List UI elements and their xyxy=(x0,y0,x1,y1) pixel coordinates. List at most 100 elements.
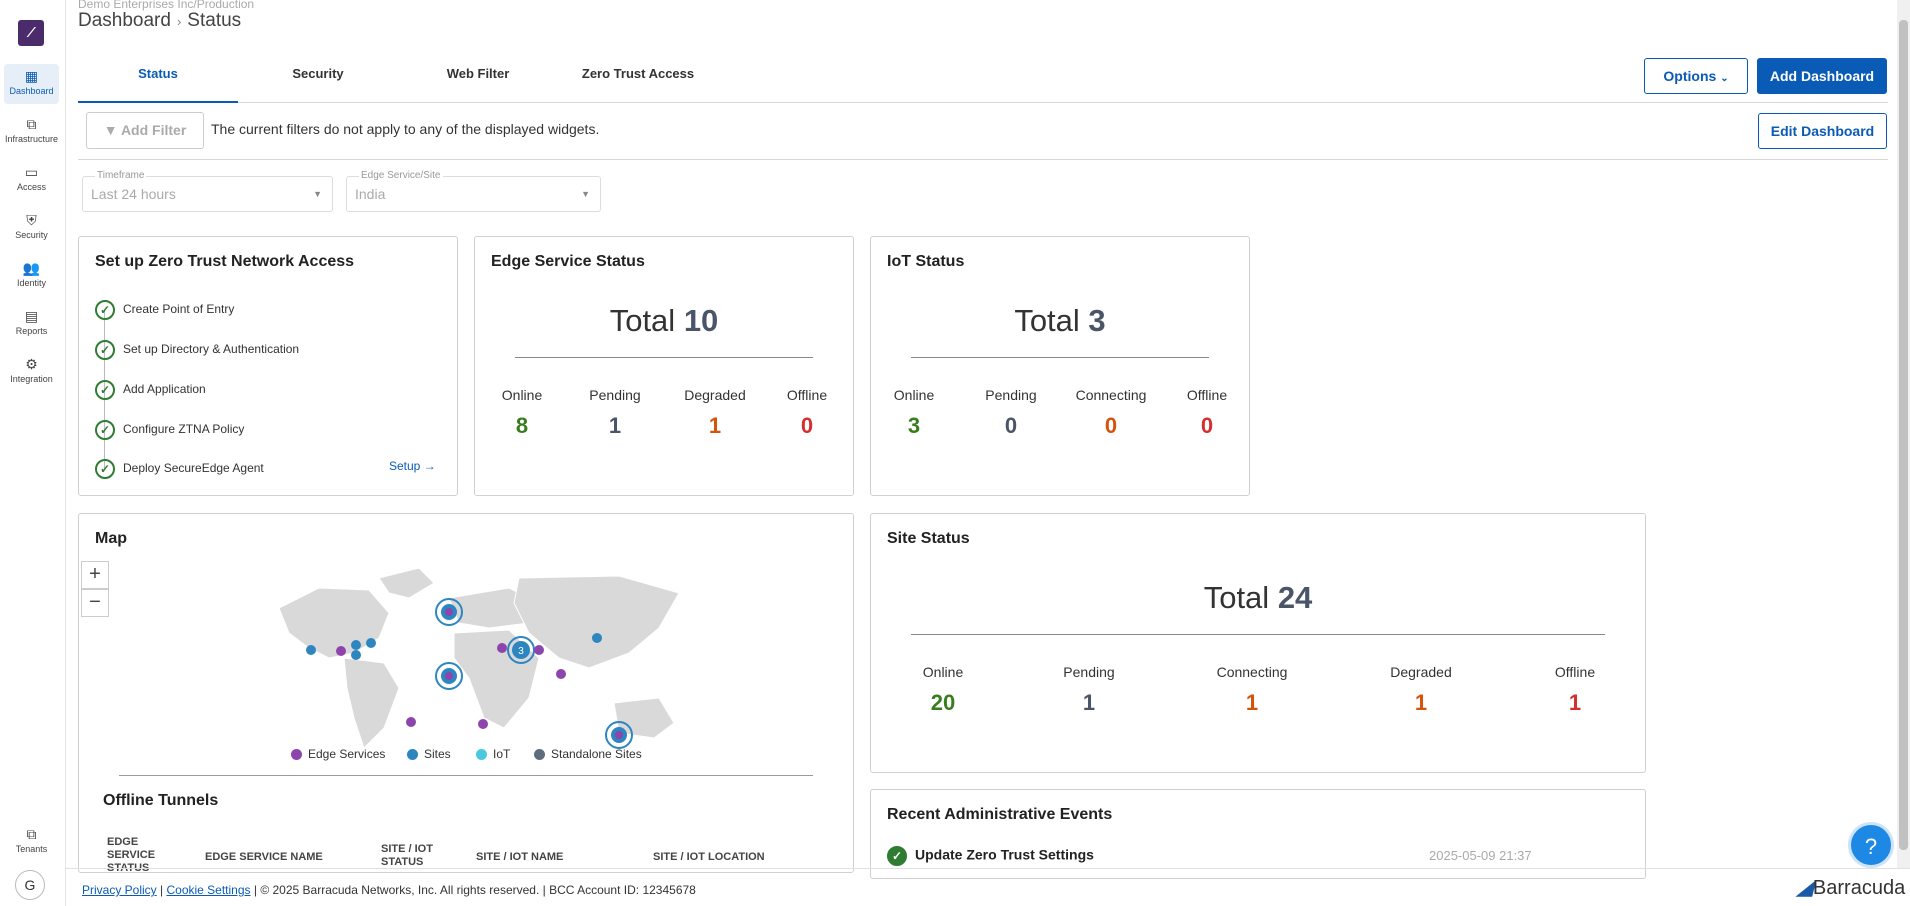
world-map[interactable]: 3 xyxy=(259,558,699,758)
site-stat-connecting: Connecting 1 xyxy=(1216,664,1288,715)
col-site-iot-location[interactable]: Site / IoT Location xyxy=(653,851,765,864)
sidebar-item-integration[interactable]: ⚙ Integration xyxy=(4,352,59,392)
site-total: Total 24 xyxy=(1203,580,1313,615)
site-stat-pending: Pending 1 xyxy=(1063,664,1115,715)
check-circle-icon: ✓ xyxy=(95,339,115,360)
site-status-title: Site Status xyxy=(887,530,970,547)
tab-security[interactable]: Security xyxy=(238,58,398,103)
cluster-count: 3 xyxy=(518,646,524,657)
arrow-right-icon: → xyxy=(423,459,436,473)
iot-stat-online: Online 3 xyxy=(893,387,935,438)
edge-site-value: India xyxy=(355,186,386,202)
site-marker xyxy=(366,638,376,648)
legend-standalone-sites: Standalone Sites xyxy=(534,747,642,761)
ztna-step: ✓ Add Application xyxy=(95,379,206,401)
ztna-step: ✓ Set up Directory & Authentication xyxy=(95,339,299,361)
site-marker xyxy=(592,633,602,643)
iot-status-title: IoT Status xyxy=(887,253,965,270)
edge-marker xyxy=(445,672,453,680)
add-filter-button[interactable]: ▼ Add Filter xyxy=(86,112,204,149)
check-circle-icon: ✓ xyxy=(95,299,115,320)
site-marker xyxy=(306,645,316,655)
sidebar-item-access[interactable]: ▭ Access xyxy=(4,160,59,200)
filter-icon: ▼ xyxy=(103,122,118,138)
copyright-text: | © 2025 Barracuda Networks, Inc. All ri… xyxy=(253,883,696,897)
col-edge-service-name[interactable]: Edge Service Name xyxy=(205,851,323,864)
privacy-policy-link[interactable]: Privacy Policy xyxy=(82,883,157,897)
ztna-step: ✓ Deploy SecureEdge Agent xyxy=(95,458,264,480)
caret-down-icon: ▼ xyxy=(581,189,590,199)
footer: Privacy Policy | Cookie Settings | © 202… xyxy=(66,868,1910,906)
edge-marker xyxy=(336,646,346,656)
help-button[interactable]: ? xyxy=(1848,822,1894,868)
sidebar-item-identity[interactable]: 👥 Identity xyxy=(4,256,59,296)
sidebar-item-dashboard[interactable]: ▦ Dashboard xyxy=(4,64,59,104)
breadcrumb-separator: › xyxy=(176,14,182,29)
tab-status[interactable]: Status xyxy=(78,58,238,103)
divider xyxy=(911,357,1209,358)
edge-stat-degraded: Degraded 1 xyxy=(684,387,746,438)
sidebar-item-reports[interactable]: ▤ Reports xyxy=(4,304,59,344)
check-circle-icon: ✓ xyxy=(95,458,115,479)
options-button[interactable]: Options ⌄ xyxy=(1644,58,1748,94)
scrollbar-thumb[interactable] xyxy=(1899,20,1908,850)
barracuda-fin-icon: ◢ xyxy=(1796,874,1813,899)
site-marker xyxy=(351,640,361,650)
timeframe-value: Last 24 hours xyxy=(91,186,176,202)
tab-web-filter[interactable]: Web Filter xyxy=(398,58,558,103)
app-logo[interactable]: ⁄ xyxy=(18,20,44,46)
timeframe-select[interactable]: Timeframe Last 24 hours ▼ xyxy=(82,170,333,212)
check-circle-icon: ✓ xyxy=(887,846,907,866)
edge-stat-offline: Offline 0 xyxy=(786,387,828,438)
edge-status-title: Edge Service Status xyxy=(491,253,645,270)
south-america-shape xyxy=(343,657,400,749)
site-marker xyxy=(351,650,361,660)
edge-site-label: Edge Service/Site xyxy=(359,170,443,181)
setup-link[interactable]: Setup → xyxy=(389,459,436,473)
check-circle-icon: ✓ xyxy=(95,419,115,440)
edge-site-select[interactable]: Edge Service/Site India ▼ xyxy=(346,170,601,212)
legend-edge-services: Edge Services xyxy=(291,747,385,761)
edge-stat-online: Online 8 xyxy=(501,387,543,438)
event-item[interactable]: ✓ Update Zero Trust Settings xyxy=(887,846,1094,866)
zoom-in-button[interactable]: + xyxy=(81,561,109,589)
sidebar-item-security[interactable]: ⛨ Security xyxy=(4,208,59,248)
edge-marker xyxy=(445,608,453,616)
site-stat-offline: Offline 1 xyxy=(1554,664,1596,715)
edge-dot xyxy=(291,749,302,761)
ztna-step: ✓ Configure ZTNA Policy xyxy=(95,419,244,441)
cookie-settings-link[interactable]: Cookie Settings xyxy=(166,883,250,897)
chevron-down-icon: ⌄ xyxy=(1720,73,1729,84)
edge-marker xyxy=(497,643,507,653)
ztna-setup-card: Set up Zero Trust Network Access ✓ Create… xyxy=(78,236,458,496)
edge-total: Total 10 xyxy=(609,303,719,338)
edge-marker xyxy=(615,731,623,739)
breadcrumb-root[interactable]: Dashboard xyxy=(78,10,171,31)
edit-dashboard-button[interactable]: Edit Dashboard xyxy=(1758,113,1887,149)
edge-marker xyxy=(478,719,488,729)
edge-marker xyxy=(406,717,416,727)
report-icon: ▤ xyxy=(24,308,39,324)
sidebar: ⁄ ▦ Dashboard ⧉ Infrastructure ▭ Access ⛨ Se… xyxy=(0,0,66,906)
col-site-iot-status[interactable]: Site / IoT Status xyxy=(381,843,446,869)
dashboard-tabs: Status Security Web Filter Zero Trust Ac… xyxy=(78,58,1888,103)
site-stat-degraded: Degraded 1 xyxy=(1390,664,1452,715)
filter-bar: ▼ Add Filter The current filters do not … xyxy=(78,108,1888,160)
col-site-iot-name[interactable]: Site / IoT Name xyxy=(476,851,563,864)
map-card: Map + − 3 Edge Services Sites IoT Standa… xyxy=(78,513,854,873)
add-dashboard-button[interactable]: Add Dashboard xyxy=(1757,58,1887,94)
sidebar-item-infrastructure[interactable]: ⧉ Infrastructure xyxy=(4,112,59,152)
iot-status-card: IoT Status Total 3 Online 3 Pending 0 Conn… xyxy=(870,236,1250,496)
tenants-icon: ⧉ xyxy=(26,826,37,842)
avatar[interactable]: G xyxy=(15,870,45,900)
tab-zero-trust-access[interactable]: Zero Trust Access xyxy=(558,58,718,103)
ztna-step: ✓ Create Point of Entry xyxy=(95,299,234,321)
edge-marker xyxy=(556,669,566,679)
sidebar-item-tenants[interactable]: ⧉ Tenants xyxy=(4,822,59,862)
iot-dot xyxy=(476,749,487,761)
filter-message: The current filters do not apply to any … xyxy=(211,121,600,137)
zoom-out-button[interactable]: − xyxy=(81,589,109,617)
grid-icon: ▦ xyxy=(24,68,39,84)
offline-tunnels-title: Offline Tunnels xyxy=(103,792,219,809)
iot-stat-pending: Pending 0 xyxy=(985,387,1037,438)
